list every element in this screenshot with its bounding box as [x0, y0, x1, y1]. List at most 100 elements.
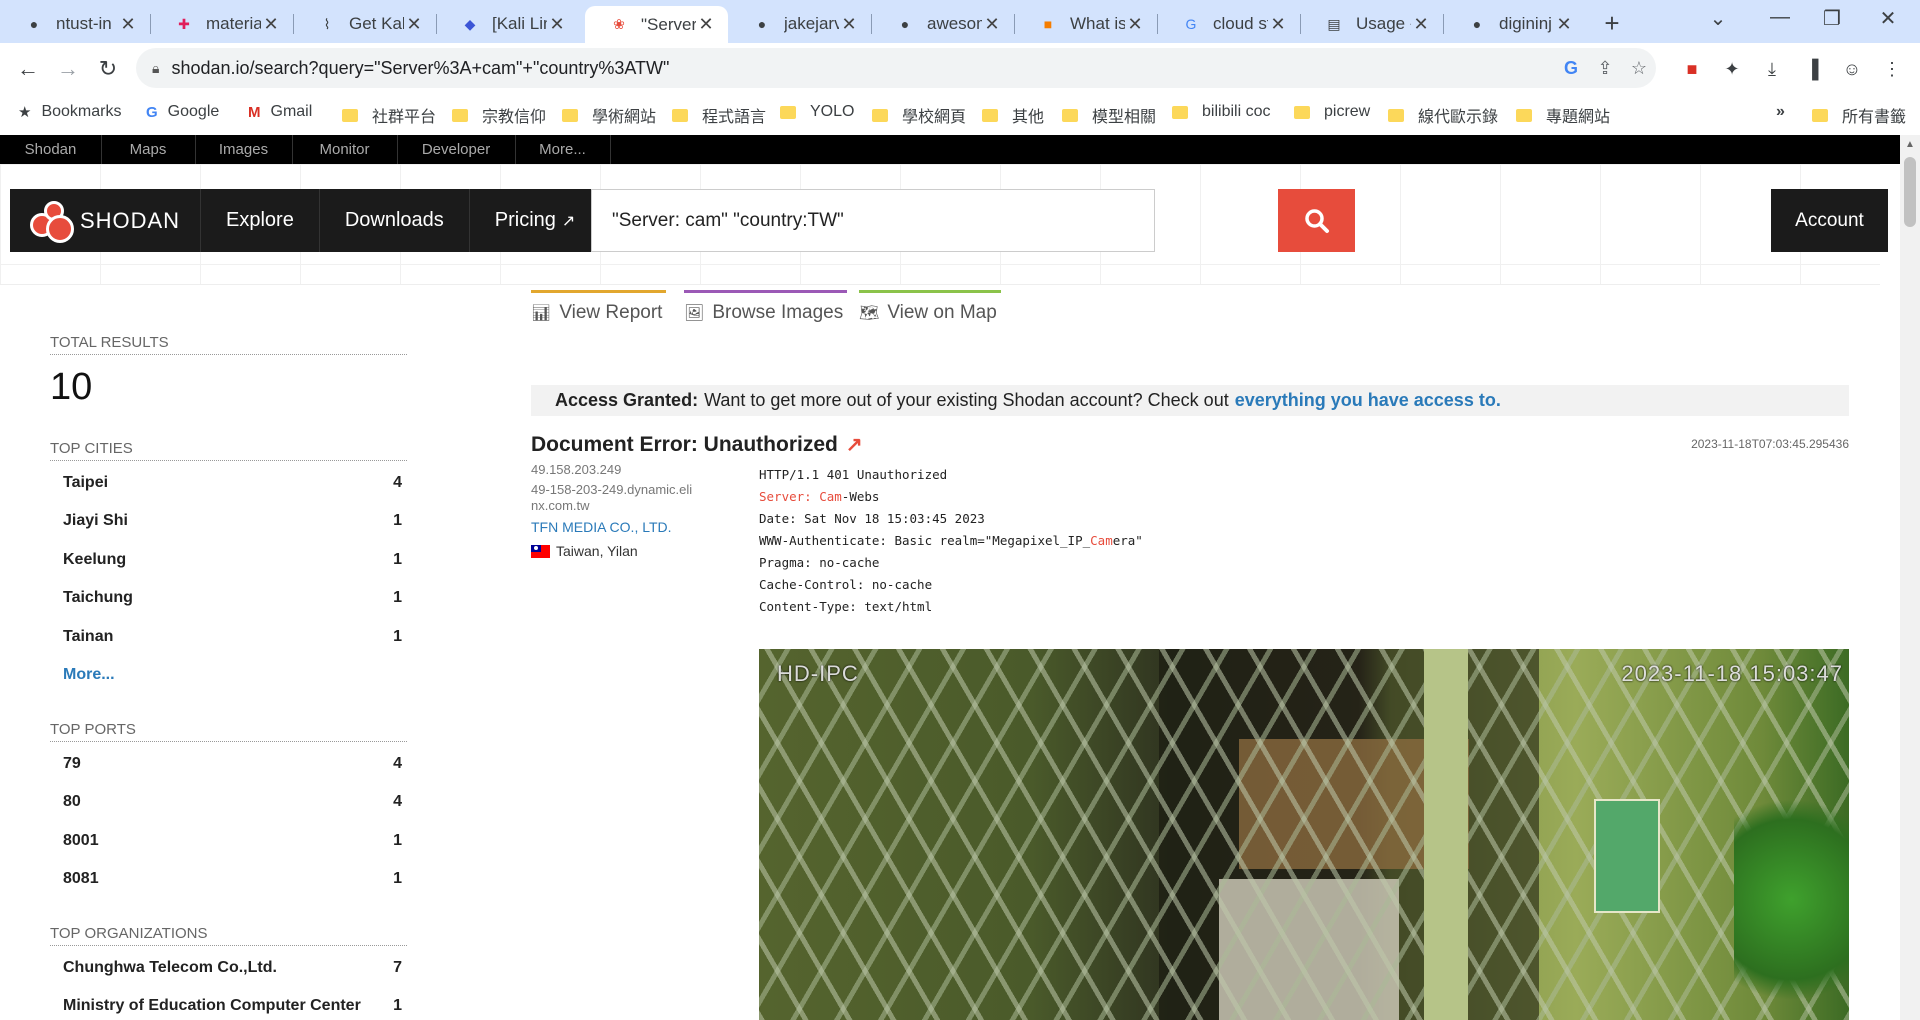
topnav-maps[interactable]: Maps — [101, 135, 196, 164]
search-input[interactable] — [610, 208, 1154, 233]
address-bar[interactable]: 🔒︎ shodan.io/search?query="Server%3A+cam… — [136, 48, 1656, 88]
facet-city-row[interactable]: Keelung 1 — [50, 551, 402, 569]
topnav-shodan[interactable]: Shodan — [0, 135, 102, 164]
facet-port-row[interactable]: 80 4 — [50, 793, 402, 811]
forward-icon[interactable]: → — [50, 51, 86, 87]
close-icon[interactable]: ✕ — [696, 14, 716, 35]
bookmark-folder[interactable]: YOLO — [780, 103, 854, 121]
google-lens-icon[interactable]: G — [1554, 58, 1588, 79]
puzzle-icon[interactable]: ✦ — [1714, 51, 1750, 87]
facet-city-row[interactable]: Taipei 4 — [50, 474, 402, 492]
reload-icon[interactable]: ↻ — [90, 51, 126, 87]
facet-org-row[interactable]: Ministry of Education Computer Center 1 — [50, 997, 402, 1015]
facet-port-row[interactable]: 8081 1 — [50, 870, 402, 888]
bookmark-star-icon[interactable]: ☆ — [1622, 58, 1656, 79]
bookmark-folder[interactable]: 專題網站 — [1516, 103, 1610, 127]
tab-view-report[interactable]: 📊︎ View Report — [531, 290, 666, 333]
restore-icon[interactable]: ❐ — [1812, 6, 1852, 31]
facet-city-row[interactable]: Tainan 1 — [50, 628, 402, 646]
menu-icon[interactable]: ⋮ — [1874, 51, 1910, 87]
bookmark-folder[interactable]: 模型相關 — [1062, 103, 1156, 127]
new-tab-icon[interactable]: + — [1598, 8, 1626, 39]
banner-link[interactable]: everything you have access to. — [1235, 390, 1501, 411]
close-icon[interactable]: ✕ — [1125, 14, 1145, 35]
bookmark-item[interactable]: G Google — [146, 103, 219, 121]
shodan-logo[interactable]: SHODAN — [10, 189, 201, 252]
close-icon[interactable]: ✕ — [982, 14, 1002, 35]
facet-city-row[interactable]: Taichung 1 — [50, 589, 402, 607]
minimize-icon[interactable]: — — [1760, 6, 1800, 29]
browser-tab[interactable]: G cloud st ✕ — [1157, 6, 1301, 42]
close-icon[interactable]: ✕ — [404, 14, 424, 35]
pricing-link[interactable]: Pricing ↗ — [470, 189, 601, 252]
bookmark-folder[interactable]: 線代歐示錄 — [1388, 103, 1498, 127]
page-scrollbar[interactable]: ▲ — [1900, 135, 1920, 1020]
bookmark-folder[interactable]: 學校網頁 — [872, 103, 966, 127]
scrollbar-thumb[interactable] — [1904, 157, 1916, 227]
topnav-monitor[interactable]: Monitor — [292, 135, 398, 164]
camera-screenshot[interactable]: HD-IPC 2023-11-18 15:03:47 — [759, 649, 1849, 1020]
browser-tab[interactable]: ◆ [Kali Lin ✕ — [436, 6, 579, 42]
result-title[interactable]: Document Error: Unauthorized ↗ — [531, 432, 863, 457]
bookmark-label: Google — [167, 103, 220, 120]
result-ip[interactable]: 49.158.203.249 — [531, 462, 621, 477]
share-icon[interactable]: ⇪ — [1588, 58, 1622, 79]
facet-org-row[interactable]: Chunghwa Telecom Co.,Ltd. 7 — [50, 959, 402, 977]
browser-tab[interactable]: ✚ material ✕ — [150, 6, 294, 42]
browser-tab[interactable]: ■ What is ✕ — [1014, 6, 1158, 42]
tab-title: [Kali Lin — [492, 14, 547, 33]
bookmark-folder[interactable]: bilibili coc — [1172, 103, 1270, 121]
close-icon[interactable]: ✕ — [1268, 14, 1288, 35]
topnav-more[interactable]: More... — [515, 135, 611, 164]
more-cities-link[interactable]: More... — [63, 666, 115, 684]
bookmark-folder[interactable]: 社群平台 — [342, 103, 436, 127]
topnav-images[interactable]: Images — [195, 135, 293, 164]
browser-tab[interactable]: ● awesom ✕ — [871, 6, 1015, 42]
tab-label: Browse Images — [712, 302, 844, 323]
bookmark-folder[interactable]: 其他 — [982, 103, 1044, 127]
close-icon[interactable]: ✕ — [1554, 14, 1574, 35]
bookmarks-overflow-icon[interactable]: » — [1776, 103, 1785, 121]
all-bookmarks-folder[interactable]: 所有書籤 — [1812, 103, 1906, 127]
folder-icon — [1388, 108, 1404, 122]
browser-tab[interactable]: ⌇ Get Kali ✕ — [293, 6, 437, 42]
close-icon[interactable]: ✕ — [1411, 14, 1431, 35]
bookmark-folder[interactable]: picrew — [1294, 103, 1370, 121]
downloads-link[interactable]: Downloads — [320, 189, 470, 252]
browser-tab[interactable]: ● ntust-in ✕ — [0, 6, 151, 42]
search-button[interactable] — [1278, 189, 1355, 252]
browser-tab[interactable]: ● digininj ✕ — [1443, 6, 1586, 42]
bookmark-folder[interactable]: 宗教信仰 — [452, 103, 546, 127]
browser-tab[interactable]: ● jakejarv ✕ — [728, 6, 872, 42]
tab-search-icon[interactable]: ⌄ — [1698, 6, 1738, 31]
back-icon[interactable]: ← — [10, 51, 46, 87]
close-icon[interactable]: ✕ — [261, 14, 281, 35]
account-button[interactable]: Account — [1771, 189, 1888, 252]
side-panel-icon[interactable]: ▐ — [1794, 51, 1830, 87]
explore-link[interactable]: Explore — [201, 189, 320, 252]
browser-tab-active[interactable]: ❀ "Server ✕ — [585, 6, 728, 43]
external-link-icon[interactable]: ↗ — [846, 432, 863, 457]
topnav-developer[interactable]: Developer — [397, 135, 516, 164]
facet-port-row[interactable]: 79 4 — [50, 755, 402, 773]
extension-icon[interactable]: ■ — [1674, 51, 1710, 87]
bookmark-item[interactable]: ★ Bookmarks — [18, 103, 121, 121]
tab-view-on-map[interactable]: 🗺︎ View on Map — [859, 290, 1001, 333]
lock-icon[interactable]: 🔒︎ — [152, 60, 159, 77]
browser-tab[interactable]: ▤ Usage - ✕ — [1300, 6, 1444, 42]
bookmark-folder[interactable]: 程式語言 — [672, 103, 766, 127]
scroll-up-icon[interactable]: ▲ — [1905, 139, 1915, 150]
folder-icon — [872, 108, 888, 122]
bookmark-folder[interactable]: 學術網站 — [562, 103, 656, 127]
close-icon[interactable]: ✕ — [547, 14, 567, 35]
facet-city-row[interactable]: Jiayi Shi 1 — [50, 512, 402, 530]
window-close-icon[interactable]: ✕ — [1868, 6, 1908, 31]
result-org-link[interactable]: TFN MEDIA CO., LTD. — [531, 519, 672, 535]
close-icon[interactable]: ✕ — [118, 14, 138, 35]
download-icon[interactable]: ⤓ — [1754, 51, 1790, 87]
tab-browse-images[interactable]: 🖼︎ Browse Images — [684, 290, 847, 333]
facet-port-row[interactable]: 8001 1 — [50, 832, 402, 850]
bookmark-item[interactable]: M Gmail — [248, 103, 312, 121]
avatar[interactable]: ☺ — [1834, 51, 1870, 87]
close-icon[interactable]: ✕ — [839, 14, 859, 35]
